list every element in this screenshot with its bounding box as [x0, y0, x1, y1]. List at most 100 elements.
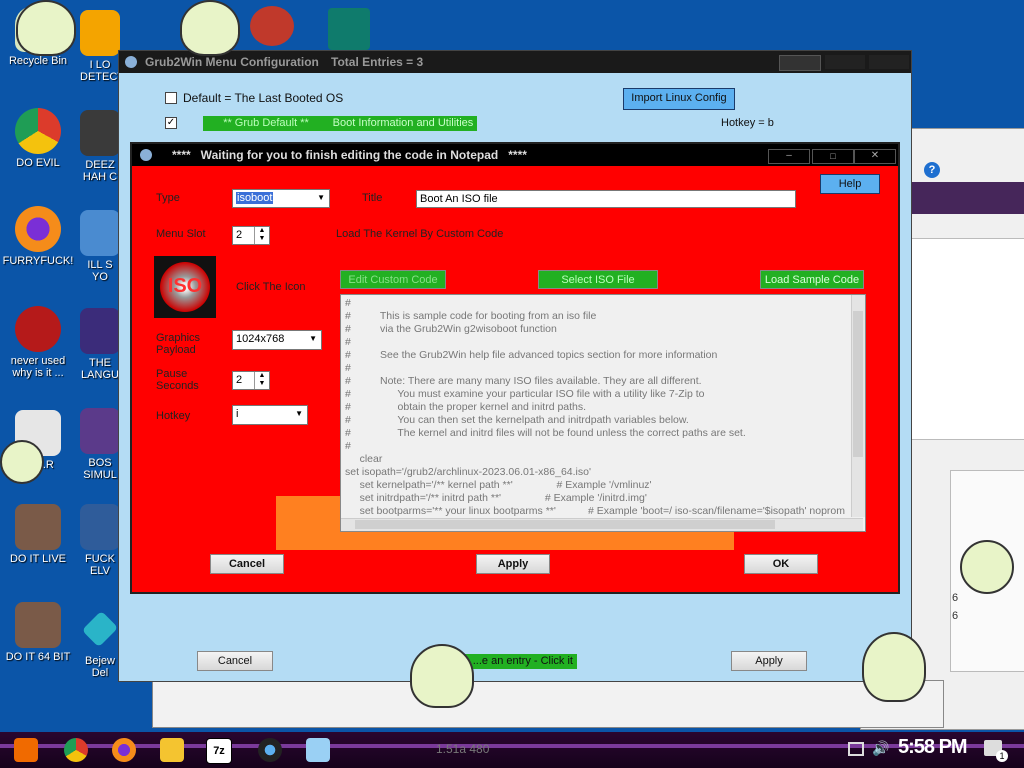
hotkey-select[interactable]: i ▼ — [232, 405, 308, 425]
select-iso-file-button[interactable]: Select ISO File — [538, 270, 658, 289]
code-line: set initrdpath='/** initrd path **' # Ex… — [345, 492, 647, 504]
editor-maximize-button[interactable]: □ — [812, 149, 854, 164]
chrome-icon[interactable] — [64, 738, 88, 762]
stepper-arrows-icon[interactable]: ▲ ▼ — [254, 372, 269, 389]
editor-cancel-button[interactable]: Cancel — [210, 554, 284, 574]
editor-ok-button[interactable]: OK — [744, 554, 818, 574]
stepper-arrows-icon[interactable]: ▲ ▼ — [254, 227, 269, 244]
paint-icon[interactable] — [250, 6, 294, 46]
character-head — [180, 0, 240, 56]
character-head — [960, 540, 1014, 594]
background-value: 6 — [952, 592, 959, 604]
load-sample-code-button[interactable]: Load Sample Code — [760, 270, 864, 289]
app-icon — [80, 308, 120, 354]
help-button[interactable]: Help — [820, 174, 880, 194]
desktop-icon-do-evil[interactable]: DO EVIL — [2, 108, 74, 169]
entry-checkbox[interactable]: ✓ — [165, 117, 177, 129]
title-label: Title — [362, 192, 383, 204]
desktop-icon-do-it-64-bit[interactable]: DO IT 64 BIT — [2, 602, 74, 663]
editor-minimize-button[interactable]: – — [768, 149, 810, 164]
iso-icon[interactable]: ISO — [154, 256, 216, 318]
notification-count: 1 — [996, 750, 1008, 762]
firefox-icon[interactable] — [112, 738, 136, 762]
character-head — [0, 440, 44, 484]
code-line: # — [345, 297, 351, 309]
pause-seconds-value: 2 — [236, 374, 243, 386]
scroll-thumb[interactable] — [355, 520, 775, 529]
code-line: # This is sample code for booting from a… — [345, 310, 597, 322]
gear-icon — [80, 210, 120, 256]
graphics-payload-select[interactable]: 1024x768 ▼ — [232, 330, 322, 350]
network-icon[interactable] — [848, 742, 864, 756]
code-line: clear — [345, 453, 383, 465]
desktop-icon-label: ILL S YO — [87, 259, 113, 283]
character-sticker — [180, 0, 244, 70]
character-sticker — [16, 0, 80, 70]
desktop-icon-lang[interactable]: THE LANGU — [80, 308, 120, 381]
iso-icon-text: ISO — [167, 275, 203, 297]
volume-icon[interactable]: 🔊 — [872, 740, 889, 757]
type-select[interactable]: isoboot ▼ — [232, 189, 330, 208]
default-checkbox[interactable] — [165, 92, 177, 104]
title-input[interactable]: Boot An ISO file — [416, 190, 796, 208]
app-icon — [125, 56, 137, 68]
pause-seconds-stepper[interactable]: 2 ▲ ▼ — [232, 371, 270, 390]
code-line: set bootparms='** your linux bootparms *… — [345, 505, 845, 517]
7zip-icon[interactable]: 7z — [206, 738, 232, 764]
menu-slot-label: Menu Slot — [156, 228, 206, 240]
firefox-icon — [15, 206, 61, 252]
app-icon — [80, 504, 120, 550]
character-sticker — [960, 540, 1024, 610]
notepad-icon[interactable] — [306, 738, 330, 762]
code-textarea[interactable]: # # This is sample code for booting from… — [340, 294, 866, 532]
menu-apply-button[interactable]: Apply — [731, 651, 807, 671]
code-line: # Note: There are many many ISO files av… — [345, 375, 702, 387]
desktop-icon-devcpp[interactable]: never used why is it ... — [2, 306, 74, 379]
menu-slot-stepper[interactable]: 2 ▲ ▼ — [232, 226, 270, 245]
desktop-icon-bejeweled[interactable]: Bejew Del — [80, 606, 120, 679]
maximize-button[interactable] — [825, 55, 865, 69]
clock[interactable]: 5:58 PM — [898, 736, 968, 759]
menu-cancel-button[interactable]: Cancel — [197, 651, 273, 671]
editor-close-button[interactable]: ✕ — [854, 149, 896, 164]
editor-apply-button[interactable]: Apply — [476, 554, 550, 574]
desktop-icon-label: DEEZ HAH C — [82, 159, 118, 183]
scroll-thumb[interactable] — [853, 311, 863, 457]
entry-hotkey: Hotkey = b — [721, 117, 774, 129]
horizontal-scrollbar[interactable] — [341, 518, 863, 531]
code-line: set kernelpath='/** kernel path **' # Ex… — [345, 479, 652, 491]
desktop-icon-firefox[interactable]: FURRYFUCK! — [2, 206, 74, 267]
grub2win-icon[interactable] — [258, 738, 282, 762]
entry-name[interactable]: Boot Information and Utilities — [329, 116, 477, 131]
entry-default-badge[interactable]: ** Grub Default ** — [203, 116, 329, 131]
desktop-icon-elv[interactable]: FUCK ELV — [80, 504, 120, 577]
character-head — [16, 0, 76, 56]
desktop-icon-detect[interactable]: I LO DETECT — [80, 10, 120, 83]
desktop-icon-deez[interactable]: DEEZ HAH C — [80, 110, 120, 183]
publisher-icon[interactable] — [328, 8, 370, 50]
start-icon[interactable] — [14, 738, 38, 762]
desktop-icon-label: BOS SIMUL — [83, 457, 117, 481]
minimize-button[interactable] — [779, 55, 821, 71]
portrait-icon — [15, 504, 61, 550]
load-kernel-label: Load The Kernel By Custom Code — [336, 228, 504, 240]
code-line: # — [345, 336, 351, 348]
total-entries: Total Entries = 3 — [331, 55, 424, 69]
desktop-icon-boss[interactable]: BOS SIMUL — [80, 408, 120, 481]
chevron-down-icon: ▼ — [317, 193, 325, 202]
desktop-icon-label: I LO DETECT — [80, 59, 120, 83]
help-icon[interactable]: ? — [924, 162, 940, 178]
character-sticker — [862, 632, 926, 702]
edit-custom-code-button[interactable]: Edit Custom Code — [340, 270, 446, 289]
code-line: # via the Grub2Win g2wisoboot function — [345, 323, 557, 335]
devcpp-icon — [15, 306, 61, 352]
import-linux-config-button[interactable]: Import Linux Config — [623, 88, 735, 110]
close-button[interactable] — [869, 55, 909, 69]
background-window-inner — [910, 238, 1024, 440]
character-sticker — [0, 440, 64, 510]
folder-icon[interactable] — [160, 738, 184, 762]
desktop-icon-ill[interactable]: ILL S YO — [80, 210, 120, 283]
desktop-icon-do-it-live[interactable]: DO IT LIVE — [2, 504, 74, 565]
hotkey-label: Hotkey — [156, 410, 191, 422]
vertical-scrollbar[interactable] — [851, 295, 865, 517]
